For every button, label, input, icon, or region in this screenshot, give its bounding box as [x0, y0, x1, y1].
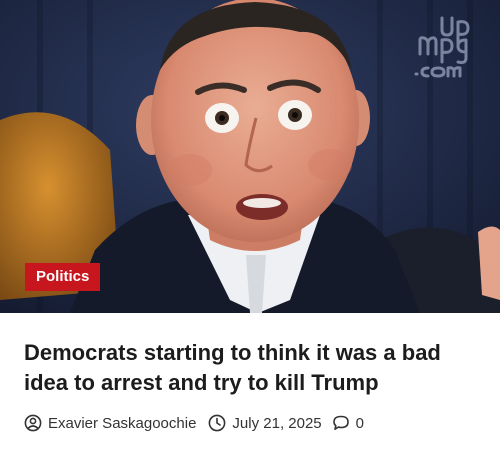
post-date[interactable]: July 21, 2025	[232, 415, 321, 432]
clock-icon	[209, 414, 226, 432]
article-meta: Exavier Saskagoochie July 21, 2025 0	[24, 412, 364, 434]
user-circle-icon	[24, 414, 42, 432]
comments-icon[interactable]	[332, 414, 350, 432]
date-icon	[208, 414, 226, 432]
upmpg-watermark-icon	[414, 16, 470, 78]
watermark-logo	[414, 14, 486, 80]
article-title[interactable]: Democrats starting to think it was a bad…	[24, 338, 484, 398]
category-badge[interactable]: Politics	[25, 263, 101, 291]
comment-count[interactable]: 0	[356, 415, 364, 432]
article-image[interactable]: Politics	[0, 0, 500, 313]
article-title-link[interactable]: Democrats starting to think it was a bad…	[24, 340, 441, 395]
comment-bubble-icon	[332, 415, 349, 430]
author-icon	[24, 414, 42, 432]
author-link[interactable]: Exavier Saskagoochie	[48, 415, 196, 432]
article-card: Politics Democrats starting to think it …	[0, 0, 500, 451]
